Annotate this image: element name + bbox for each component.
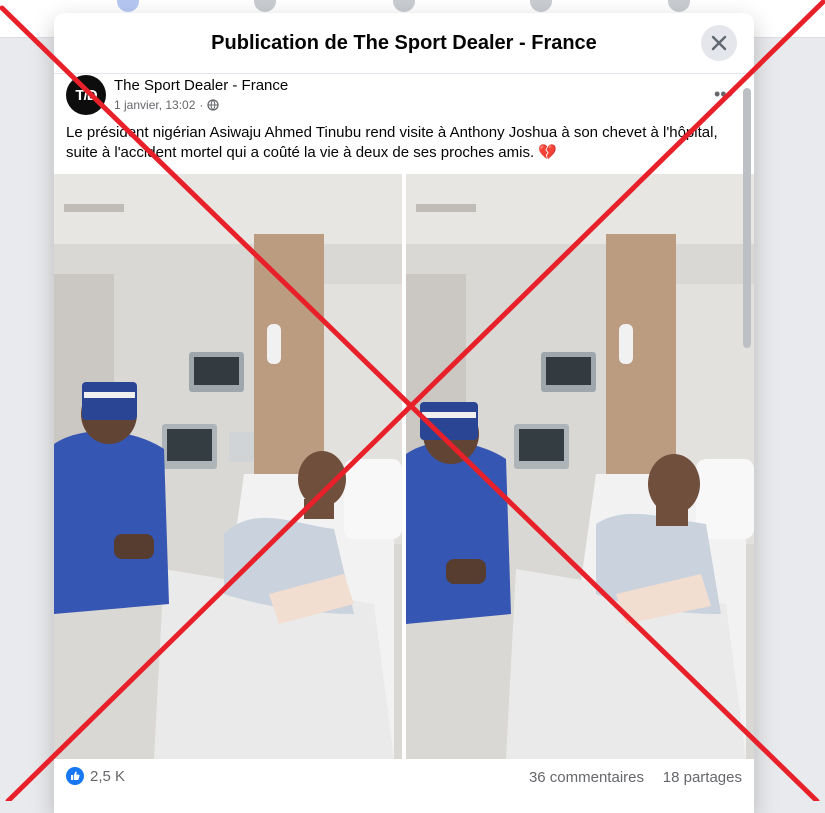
gaming-nav-icon[interactable]: [668, 0, 690, 12]
more-options-button[interactable]: •••: [714, 85, 738, 103]
post-meta: 1 janvier, 13:02 ·: [114, 98, 220, 112]
avatar[interactable]: T/D: [66, 75, 106, 115]
hospital-visit-photo-1[interactable]: [54, 174, 402, 759]
dialog-header: Publication de The Sport Dealer - France: [54, 13, 754, 74]
author-name[interactable]: The Sport Dealer - France: [114, 77, 288, 94]
dialog-scrollbar[interactable]: [743, 88, 751, 348]
post-timestamp[interactable]: 1 janvier, 13:02: [114, 98, 195, 112]
post-dialog: Publication de The Sport Dealer - France…: [54, 13, 754, 813]
comments-count[interactable]: 36 commentaires: [529, 769, 644, 786]
watch-nav-icon[interactable]: [254, 0, 276, 12]
hospital-visit-photo-2[interactable]: [406, 174, 754, 759]
more-options-icon: •••: [714, 84, 733, 104]
dialog-title: Publication de The Sport Dealer - France: [211, 32, 597, 54]
reactions-summary[interactable]: 2,5 K: [66, 767, 125, 785]
globe-icon: [207, 99, 220, 111]
post-text: Le président nigérian Asiwaju Ahmed Tinu…: [66, 124, 718, 161]
close-button[interactable]: [701, 25, 737, 61]
post-photos: [54, 174, 754, 759]
meta-separator: ·: [199, 98, 204, 112]
post-stats-row: 2,5 K 36 commentaires 18 partages: [66, 766, 742, 788]
shares-count[interactable]: 18 partages: [663, 769, 742, 786]
close-icon: [711, 35, 727, 51]
home-nav-icon[interactable]: [117, 0, 139, 12]
like-icon: [66, 767, 84, 785]
marketplace-nav-icon[interactable]: [393, 0, 415, 12]
reactions-count: 2,5 K: [90, 767, 126, 785]
groups-nav-icon[interactable]: [530, 0, 552, 12]
post-author-row: T/D The Sport Dealer - France 1 janvier,…: [66, 75, 733, 125]
